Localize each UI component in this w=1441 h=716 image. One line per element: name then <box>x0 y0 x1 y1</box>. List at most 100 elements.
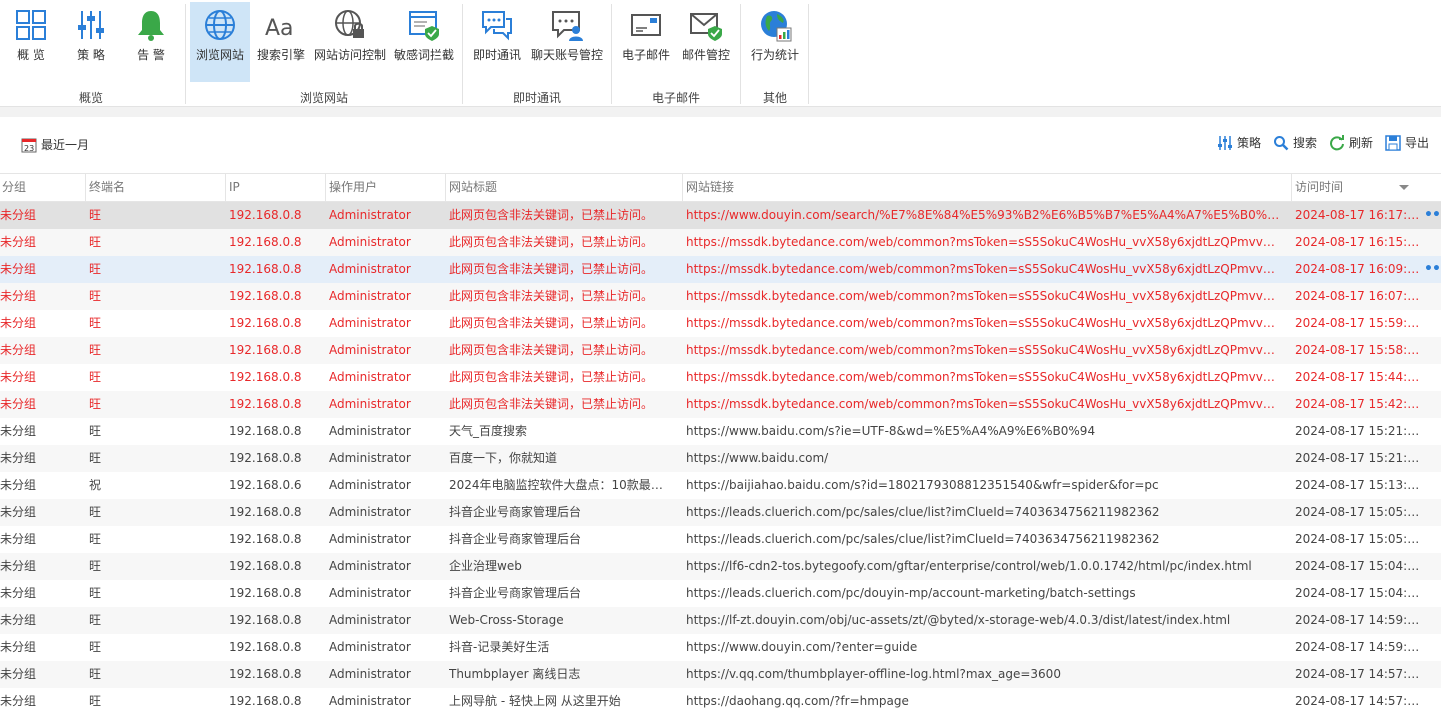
behavior-statistics-button[interactable]: 行为统计 <box>746 2 804 82</box>
header-site-url[interactable]: 网站链接 <box>682 174 1291 201</box>
cell-terminal: 旺 <box>89 559 102 573</box>
instant-messaging-button[interactable]: 即时通讯 <box>468 2 526 82</box>
cell-site-url: https://leads.cluerich.com/pc/sales/clue… <box>686 532 1160 546</box>
refresh-label: 刷新 <box>1348 136 1373 150</box>
cell-site-url: https://www.douyin.com/search/%E7%8E%84%… <box>686 208 1282 222</box>
header-group[interactable]: 分组 <box>0 174 85 201</box>
ribbon-separator <box>611 4 612 104</box>
cell-ip: 192.168.0.8 <box>229 505 302 519</box>
row-more-icon[interactable]: ••• <box>1424 202 1441 229</box>
cell-site-url: https://daohang.qq.com/?fr=hmpage <box>686 694 909 708</box>
strategy-button[interactable]: 策 略 <box>62 2 120 82</box>
cell-group: 未分组 <box>0 208 37 222</box>
export-button[interactable]: 导出 <box>1385 134 1429 151</box>
cell-user: Administrator <box>329 586 411 600</box>
sliders-icon <box>1217 135 1232 150</box>
table-row[interactable]: 未分组 旺 192.168.0.8 Administrator Thumbplayer … <box>0 661 1441 688</box>
cell-visit-time: 2024-08-17 15:04:37 <box>1295 586 1421 600</box>
cell-terminal: 旺 <box>89 262 102 276</box>
table-row[interactable]: 未分组 旺 192.168.0.8 Administrator 此网页包含非法关键词，已… <box>0 256 1441 283</box>
table-row[interactable]: 未分组 旺 192.168.0.8 Administrator 上网导航 - 轻快上网 … <box>0 688 1441 715</box>
table-row[interactable]: 未分组 旺 192.168.0.8 Administrator 抖音企业号商家管理后台 h… <box>0 526 1441 553</box>
cell-visit-time: 2024-08-17 16:09:40 <box>1295 262 1421 276</box>
ribbon-separator <box>808 4 809 104</box>
email-shield-icon <box>690 13 722 41</box>
table-row[interactable]: 未分组 旺 192.168.0.8 Administrator 抖音-记录美好生活 htt… <box>0 634 1441 661</box>
chat-account-control-button[interactable]: 聊天账号管控 <box>528 2 606 82</box>
table-row[interactable]: 未分组 旺 192.168.0.8 Administrator 此网页包含非法关键词，已… <box>0 364 1441 391</box>
cell-terminal: 旺 <box>89 370 102 384</box>
table-header: 分组 终端名 IP 操作用户 网站标题 网站链接 访问时间 <box>0 173 1441 202</box>
alert-button[interactable]: 告 警 <box>122 2 180 82</box>
cell-visit-time: 2024-08-17 15:59:40 <box>1295 316 1421 330</box>
cell-group: 未分组 <box>0 559 37 573</box>
cell-group: 未分组 <box>0 289 37 303</box>
header-terminal[interactable]: 终端名 <box>85 174 225 201</box>
email-control-button[interactable]: 邮件管控 <box>677 2 735 82</box>
cell-visit-time: 2024-08-17 15:44:40 <box>1295 370 1421 384</box>
globe-lock-icon <box>335 10 364 38</box>
cell-site-title: 此网页包含非法关键词，已禁止访问。 <box>449 235 654 249</box>
cell-group: 未分组 <box>0 397 37 411</box>
table-row[interactable]: 未分组 旺 192.168.0.8 Administrator 此网页包含非法关键词，已… <box>0 202 1441 229</box>
cell-user: Administrator <box>329 370 411 384</box>
cell-visit-time: 2024-08-17 14:57:52 <box>1295 694 1421 708</box>
overview-button[interactable]: 概 览 <box>2 2 60 82</box>
cell-user: Administrator <box>329 343 411 357</box>
overview-button-label: 概 览 <box>17 48 45 62</box>
cell-terminal: 旺 <box>89 289 102 303</box>
cell-visit-time: 2024-08-17 15:21:04 <box>1295 424 1421 438</box>
table-row[interactable]: 未分组 旺 192.168.0.8 Administrator 此网页包含非法关键词，已… <box>0 391 1441 418</box>
cell-ip: 192.168.0.8 <box>229 316 302 330</box>
svg-text:Aa: Aa <box>265 16 294 41</box>
table-row[interactable]: 未分组 旺 192.168.0.8 Administrator 抖音企业号商家管理后台 h… <box>0 499 1441 526</box>
cell-ip: 192.168.0.8 <box>229 289 302 303</box>
cell-site-url: https://mssdk.bytedance.com/web/common?m… <box>686 370 1282 384</box>
table-row[interactable]: 未分组 旺 192.168.0.8 Administrator 此网页包含非法关键词，已… <box>0 337 1441 364</box>
cell-group: 未分组 <box>0 370 37 384</box>
cell-terminal: 旺 <box>89 640 102 654</box>
search-engine-button[interactable]: Aa 搜索引擎 <box>252 2 310 82</box>
header-site-title[interactable]: 网站标题 <box>445 174 682 201</box>
cell-ip: 192.168.0.8 <box>229 397 302 411</box>
header-ip[interactable]: IP <box>225 174 325 201</box>
sensitive-word-block-button[interactable]: 敏感词拦截 <box>390 2 458 82</box>
cell-ip: 192.168.0.8 <box>229 532 302 546</box>
strategy-tool-button[interactable]: 策略 <box>1217 134 1261 151</box>
date-range-label: 最近一月 <box>41 138 90 152</box>
cell-site-url: https://leads.cluerich.com/pc/sales/clue… <box>686 505 1160 519</box>
cell-terminal: 旺 <box>89 694 102 708</box>
table-row[interactable]: 未分组 旺 192.168.0.8 Administrator 天气_百度搜索 https… <box>0 418 1441 445</box>
email-button[interactable]: 电子邮件 <box>617 2 675 82</box>
search-icon <box>1273 135 1289 150</box>
row-more-icon[interactable]: ••• <box>1424 256 1441 283</box>
refresh-button[interactable]: 刷新 <box>1329 134 1373 151</box>
website-access-control-button[interactable]: 网站访问控制 <box>312 2 388 82</box>
email-icon <box>631 14 661 36</box>
browse-website-button[interactable]: 浏览网站 <box>190 2 250 82</box>
header-user[interactable]: 操作用户 <box>325 174 445 201</box>
cell-user: Administrator <box>329 478 411 492</box>
cell-group: 未分组 <box>0 424 37 438</box>
table-row[interactable]: 未分组 旺 192.168.0.8 Administrator 百度一下，你就知道 htt… <box>0 445 1441 472</box>
table-row[interactable]: 未分组 旺 192.168.0.8 Administrator 此网页包含非法关键词，已… <box>0 229 1441 256</box>
cell-visit-time: 2024-08-17 14:59:35 <box>1295 640 1421 654</box>
cell-site-title: 抖音企业号商家管理后台 <box>449 532 582 546</box>
table-row[interactable]: 未分组 旺 192.168.0.8 Administrator 企业治理web https… <box>0 553 1441 580</box>
cell-site-title: 此网页包含非法关键词，已禁止访问。 <box>449 262 654 276</box>
table-row[interactable]: 未分组 旺 192.168.0.8 Administrator 抖音企业号商家管理后台 h… <box>0 580 1441 607</box>
search-button[interactable]: 搜索 <box>1273 134 1317 151</box>
cell-group: 未分组 <box>0 532 37 546</box>
table-row[interactable]: 未分组 旺 192.168.0.8 Administrator 此网页包含非法关键词，已… <box>0 283 1441 310</box>
date-range-filter[interactable]: 23 最近一月 <box>21 136 89 153</box>
cell-site-url: https://v.qq.com/thumbplayer-offline-log… <box>686 667 1061 681</box>
header-visit-time[interactable]: 访问时间 <box>1291 174 1421 201</box>
table-row[interactable]: 未分组 旺 192.168.0.8 Administrator Web-Cross-St… <box>0 607 1441 634</box>
export-label: 导出 <box>1404 136 1429 150</box>
table-row[interactable]: 未分组 祝 192.168.0.6 Administrator 2024年电脑监控软件大… <box>0 472 1441 499</box>
sort-descending-icon[interactable] <box>1399 185 1409 190</box>
cell-site-title: 抖音企业号商家管理后台 <box>449 505 582 519</box>
cell-group: 未分组 <box>0 478 37 492</box>
table-row[interactable]: 未分组 旺 192.168.0.8 Administrator 此网页包含非法关键词，已… <box>0 310 1441 337</box>
refresh-icon <box>1330 134 1344 150</box>
